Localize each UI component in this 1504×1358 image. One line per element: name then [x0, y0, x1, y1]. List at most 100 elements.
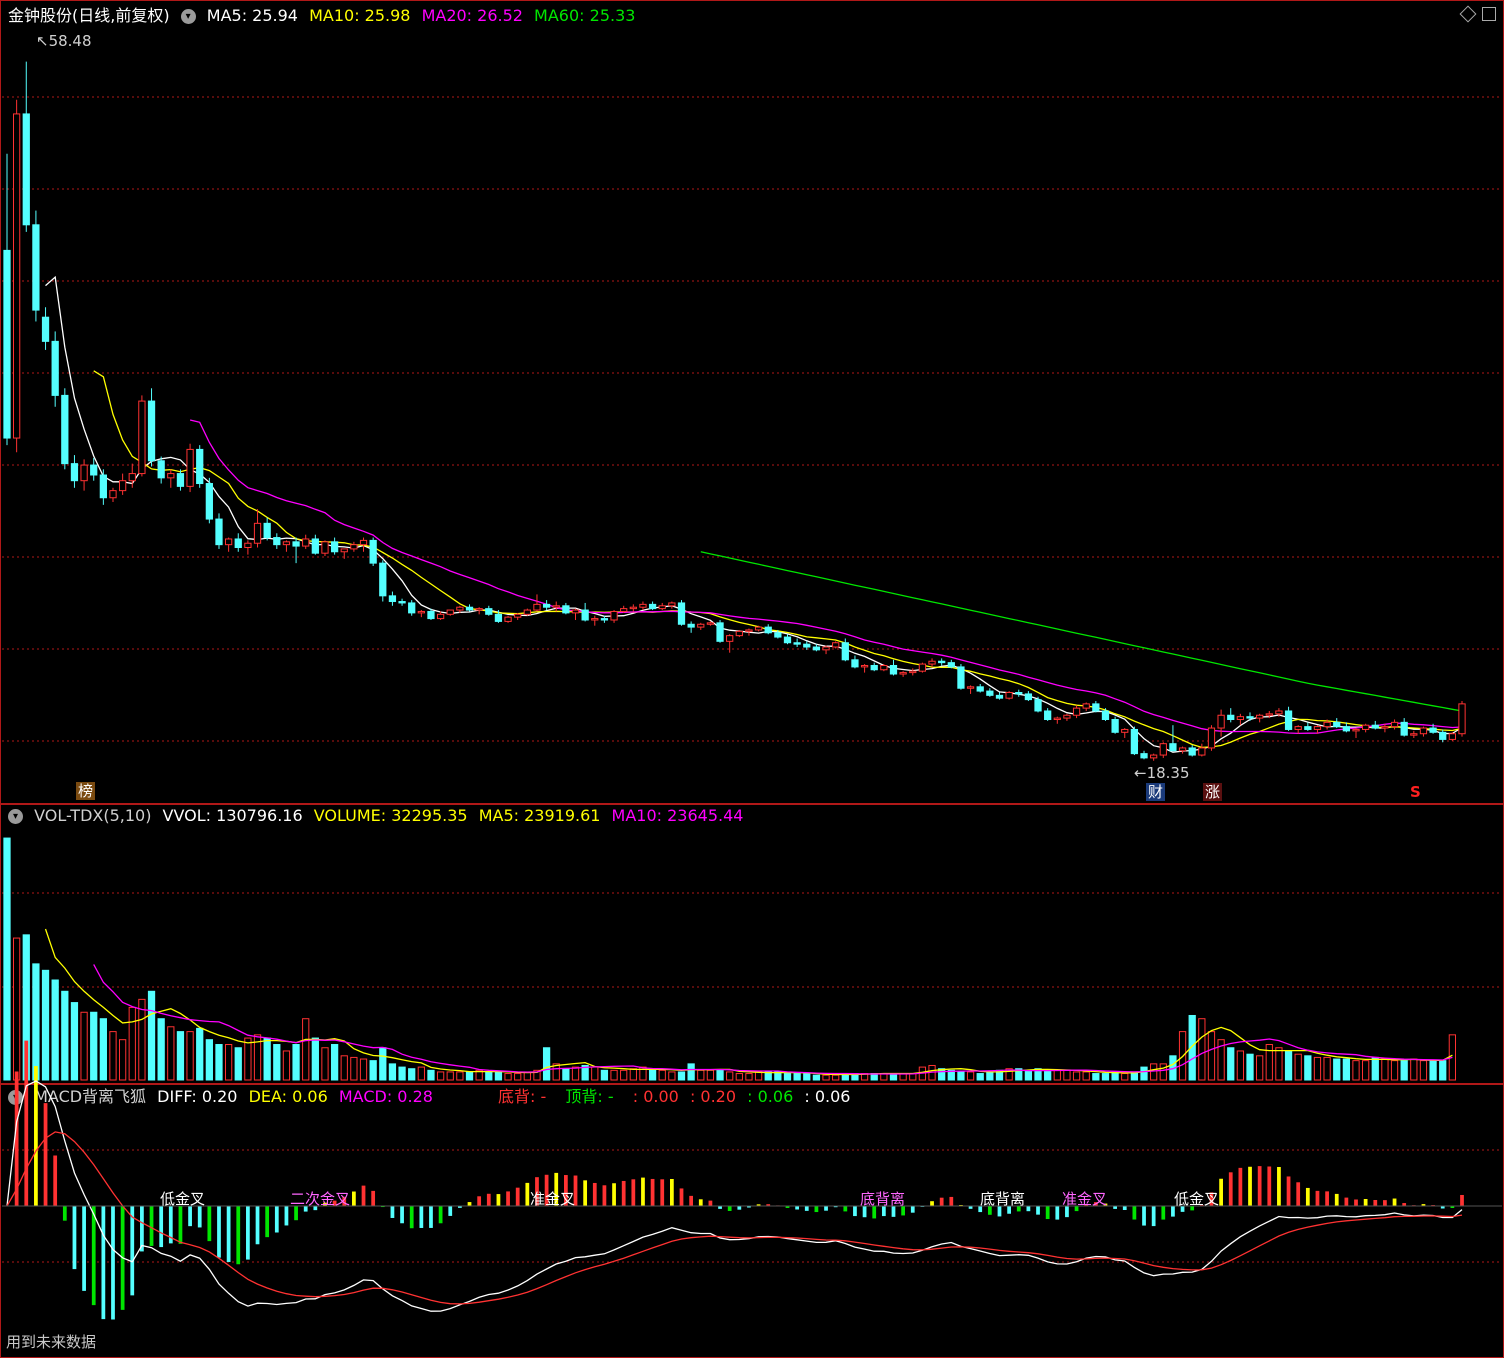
bang-tag[interactable]: 榜 [76, 782, 96, 800]
chart-canvas[interactable]: 低金叉 二次金叉 准金叉 底背离 底背离 准金叉 低金叉 [0, 0, 1504, 1358]
candle-body [1458, 703, 1466, 735]
macd-annotation: 底背离 [860, 1191, 905, 1208]
macd-annotation: 底背离 [980, 1191, 1025, 1208]
candle-body [61, 394, 69, 465]
candle-body [735, 630, 743, 637]
volume-bar [677, 1071, 686, 1081]
volume-bar [80, 1011, 88, 1081]
candle-body [600, 618, 609, 621]
volume-bar [1207, 1031, 1216, 1081]
volume-bar [716, 1069, 724, 1081]
candle-body [542, 603, 551, 608]
volume-bar [205, 1039, 213, 1081]
candle-body [1082, 703, 1090, 709]
candle-body [774, 632, 782, 638]
candle-body [918, 663, 927, 672]
candle-body [1015, 692, 1023, 695]
candle-body [793, 642, 801, 645]
volume-bar [90, 1011, 98, 1081]
volume-bar [118, 1039, 127, 1081]
candle-body [523, 609, 531, 615]
volume-bar [832, 1074, 840, 1081]
candle-body [745, 629, 753, 632]
candle-body [1362, 724, 1370, 730]
candle-body [841, 642, 849, 661]
candle-body [1275, 710, 1283, 715]
candle-body [803, 643, 811, 648]
volume-bar [571, 1066, 580, 1081]
candle-body [1390, 721, 1399, 728]
candle-body [1044, 710, 1052, 721]
volume-bar [446, 1071, 454, 1081]
candle-body [1063, 714, 1071, 719]
candle-body [1111, 719, 1119, 733]
candle-body [292, 541, 300, 547]
volume-bar [610, 1069, 618, 1081]
candle-body [754, 626, 763, 631]
volume-bar [1342, 1058, 1351, 1081]
candle-body [1371, 724, 1379, 729]
volume-bar [436, 1071, 445, 1081]
macd-annotation: 二次金叉 [290, 1191, 350, 1208]
volume-bar [408, 1068, 416, 1081]
volume-bar [1429, 1060, 1437, 1081]
volume-bar [966, 1071, 975, 1081]
candle-body [1381, 726, 1389, 729]
volume-bar [600, 1069, 609, 1081]
volume-bar [1284, 1050, 1293, 1081]
candle-body [1304, 726, 1312, 730]
candle-body [514, 613, 522, 618]
cai-tag[interactable]: 财 [1146, 783, 1166, 801]
volume-bar [1410, 1058, 1418, 1081]
volume-bar [1044, 1069, 1052, 1081]
candle-body [70, 463, 79, 482]
candle-body [176, 473, 185, 487]
candle-body [282, 541, 291, 546]
volume-bar [321, 1047, 329, 1081]
candle-body [128, 473, 136, 482]
volume-bar [986, 1071, 994, 1081]
candle-body [976, 686, 984, 692]
volume-bar [456, 1071, 464, 1081]
volume-bar [542, 1047, 551, 1081]
candle-body [1092, 703, 1100, 712]
candle-body [494, 613, 503, 622]
s-tag[interactable]: S [1408, 783, 1423, 801]
candle-body [610, 610, 618, 621]
candle-body [1284, 710, 1293, 730]
candle-body [1448, 733, 1456, 740]
volume-bar [822, 1074, 830, 1081]
candle-body [1159, 743, 1167, 756]
candle-body [41, 316, 50, 342]
volume-bar [282, 1050, 291, 1081]
volume-bar [812, 1074, 821, 1081]
volume-bar [157, 1018, 165, 1081]
candle-body [629, 606, 637, 610]
volume-bar [591, 1066, 599, 1081]
candle-body [947, 662, 955, 668]
volume-bar [1256, 1055, 1264, 1081]
candle-body [620, 608, 628, 612]
macd-annotation: 低金叉 [160, 1191, 205, 1208]
volume-bar [1082, 1071, 1090, 1081]
candle-body [716, 622, 724, 642]
candle-body [639, 603, 647, 608]
candle-body [253, 522, 262, 544]
volume-bar [793, 1073, 801, 1081]
volume-bar [803, 1073, 811, 1081]
volume-bar [263, 1037, 271, 1081]
zhang-tag[interactable]: 涨 [1203, 783, 1223, 801]
candle-body [379, 562, 387, 597]
candle-body [1439, 731, 1447, 740]
candle-body [995, 694, 1004, 699]
volume-bar [51, 979, 59, 1081]
candle-body [504, 616, 512, 622]
volume-bar [70, 1002, 79, 1081]
macd-annotation: 低金叉 [1174, 1191, 1219, 1208]
volume-bar [427, 1069, 435, 1081]
candle-body [1024, 693, 1033, 701]
volume-bar [340, 1055, 348, 1081]
volume-bar [648, 1069, 657, 1081]
candle-body [205, 483, 213, 520]
volume-bar [1246, 1053, 1254, 1081]
